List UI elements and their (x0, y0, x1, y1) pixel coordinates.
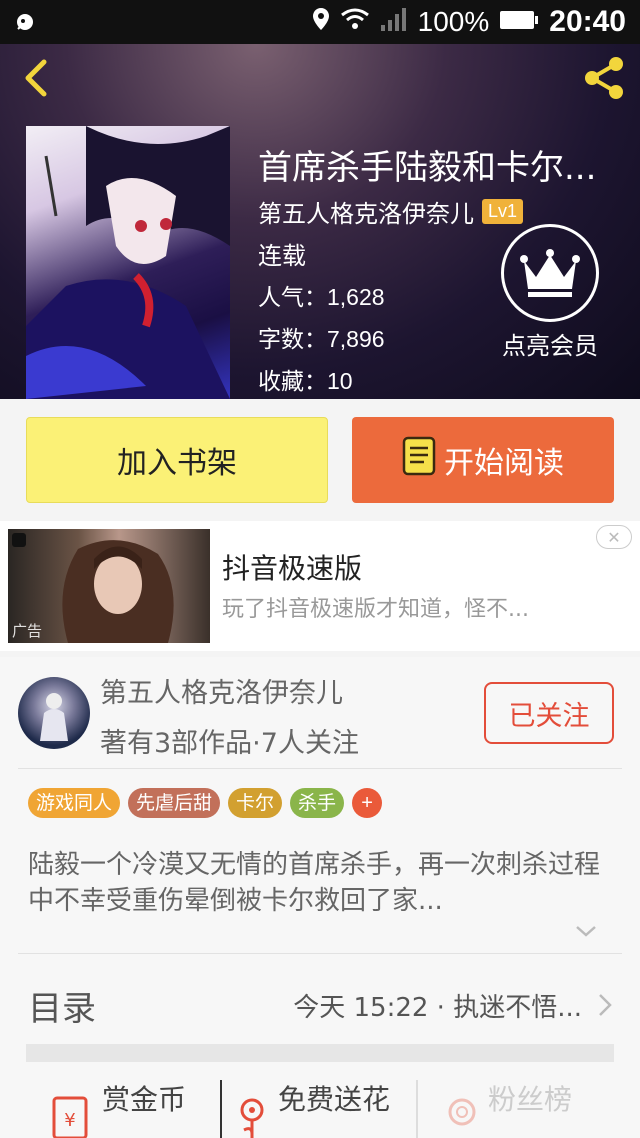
notification-icon (14, 7, 44, 37)
author-name[interactable]: 第五人格克洛伊奈儿 (100, 671, 343, 710)
tag-item[interactable]: 先虐后甜 (128, 788, 221, 818)
tag-item[interactable]: 杀手 (290, 788, 345, 818)
tag-item[interactable]: 游戏同人 (28, 788, 121, 818)
reward-coins-label: 赏金币 (102, 1083, 187, 1116)
stat-label: 字数： (258, 327, 327, 353)
divider (220, 1080, 222, 1138)
stat-popularity: 人气：1,628 (258, 278, 385, 312)
book-title: 首席杀手陆毅和卡尔... (258, 148, 597, 188)
share-button[interactable] (580, 54, 628, 102)
add-to-shelf-label: 加入书架 (117, 446, 237, 481)
book-detail-page: 100% 20:40 首席杀手陆毅和卡尔... 第五人格克洛伊奈儿 Lv1 连载… (0, 0, 640, 1138)
location-icon (312, 6, 330, 38)
ad-description: 玩了抖音极速版才知道，怪不... (222, 597, 529, 622)
add-tag-button[interactable]: + (352, 788, 383, 818)
battery-icon (499, 6, 539, 38)
toc-label: 目录 (28, 988, 96, 1029)
book-cover[interactable] (26, 126, 230, 399)
ad-tag: 广告 (12, 622, 43, 640)
ad-image[interactable]: 广告 (8, 529, 210, 643)
author-level-badge: Lv1 (482, 199, 524, 224)
fans-ranking-button[interactable]: 粉丝榜 (442, 1078, 572, 1138)
author-line: 第五人格克洛伊奈儿 Lv1 (258, 194, 524, 229)
book-description[interactable]: 陆毅一个冷漠又无情的首席杀手，再一次刺杀过程中不幸受重伤晕倒被卡尔救回了家... (28, 847, 618, 919)
tag-item[interactable]: 卡尔 (228, 788, 283, 818)
ad-banner[interactable]: 广告 抖音极速版 玩了抖音极速版才知道，怪不... ✕ (0, 521, 640, 651)
stat-value: 10 (327, 368, 353, 394)
crown-icon (501, 224, 599, 322)
stat-label: 人气： (258, 285, 327, 311)
expand-chevron-icon[interactable] (574, 923, 598, 939)
send-flower-label: 免费送花 (278, 1083, 391, 1116)
action-bar: 加入书架 开始阅读 (0, 399, 640, 521)
svg-text:¥: ¥ (64, 1110, 75, 1131)
section-separator (26, 1044, 614, 1062)
status-bar: 100% 20:40 (0, 0, 640, 44)
status-right: 100% 20:40 (312, 5, 626, 39)
divider (18, 768, 622, 769)
divider (416, 1080, 418, 1138)
vip-button[interactable]: 点亮会员 (498, 224, 602, 361)
ad-title: 抖音极速版 (222, 552, 363, 585)
signal-icon (380, 6, 408, 38)
send-flower-button[interactable]: 免费送花 (232, 1078, 390, 1138)
stat-label: 收藏： (258, 369, 327, 395)
serial-status: 连载 (258, 242, 306, 270)
avatar-image (40, 693, 68, 741)
start-reading-button[interactable]: 开始阅读 (352, 417, 614, 503)
wifi-icon (340, 6, 370, 38)
close-icon: ✕ (607, 527, 621, 547)
chevron-right-icon (599, 994, 612, 1016)
book-header: 首席杀手陆毅和卡尔... 第五人格克洛伊奈儿 Lv1 连载 人气：1,628 字… (0, 44, 640, 399)
follow-button[interactable]: 已关注 (484, 682, 614, 744)
medal-icon (448, 1098, 476, 1126)
author-avatar[interactable] (18, 677, 90, 749)
author-meta: 著有3部作品·7人关注 (100, 728, 359, 759)
stat-wordcount: 字数：7,896 (258, 320, 385, 354)
share-icon (585, 57, 623, 99)
stat-value: 1,628 (327, 284, 385, 310)
chevron-left-icon (25, 59, 47, 97)
flower-icon (240, 1098, 264, 1138)
back-button[interactable] (14, 56, 58, 100)
interaction-row: ¥ 赏金币 免费送花 粉丝榜 (0, 1078, 640, 1138)
divider (18, 953, 622, 954)
follow-label: 已关注 (508, 700, 590, 732)
start-reading-label: 开始阅读 (444, 446, 564, 481)
add-to-shelf-button[interactable]: 加入书架 (26, 417, 328, 503)
reward-coins-button[interactable]: ¥ 赏金币 (48, 1078, 186, 1138)
cover-illustration (26, 126, 230, 399)
vip-label: 点亮会员 (502, 332, 598, 360)
clock: 20:40 (549, 5, 626, 38)
ad-close-button[interactable]: ✕ (596, 525, 632, 549)
toc-latest-chapter: 今天 15:22 · 执迷不悟... (293, 992, 582, 1023)
author-section: 第五人格克洛伊奈儿 著有3部作品·7人关注 已关注 游戏同人 先虐后甜 卡尔 杀… (0, 657, 640, 1138)
book-icon (402, 436, 436, 484)
tag-list: 游戏同人 先虐后甜 卡尔 杀手 + (28, 788, 383, 818)
stat-favorites: 收藏：10 (258, 362, 353, 396)
fans-ranking-label: 粉丝榜 (488, 1083, 573, 1116)
battery-percent: 100% (417, 6, 490, 37)
red-envelope-icon: ¥ (52, 1096, 88, 1138)
book-author[interactable]: 第五人格克洛伊奈儿 (258, 194, 474, 229)
table-of-contents-row[interactable]: 目录 今天 15:22 · 执迷不悟... (28, 977, 614, 1033)
stat-value: 7,896 (327, 326, 385, 352)
